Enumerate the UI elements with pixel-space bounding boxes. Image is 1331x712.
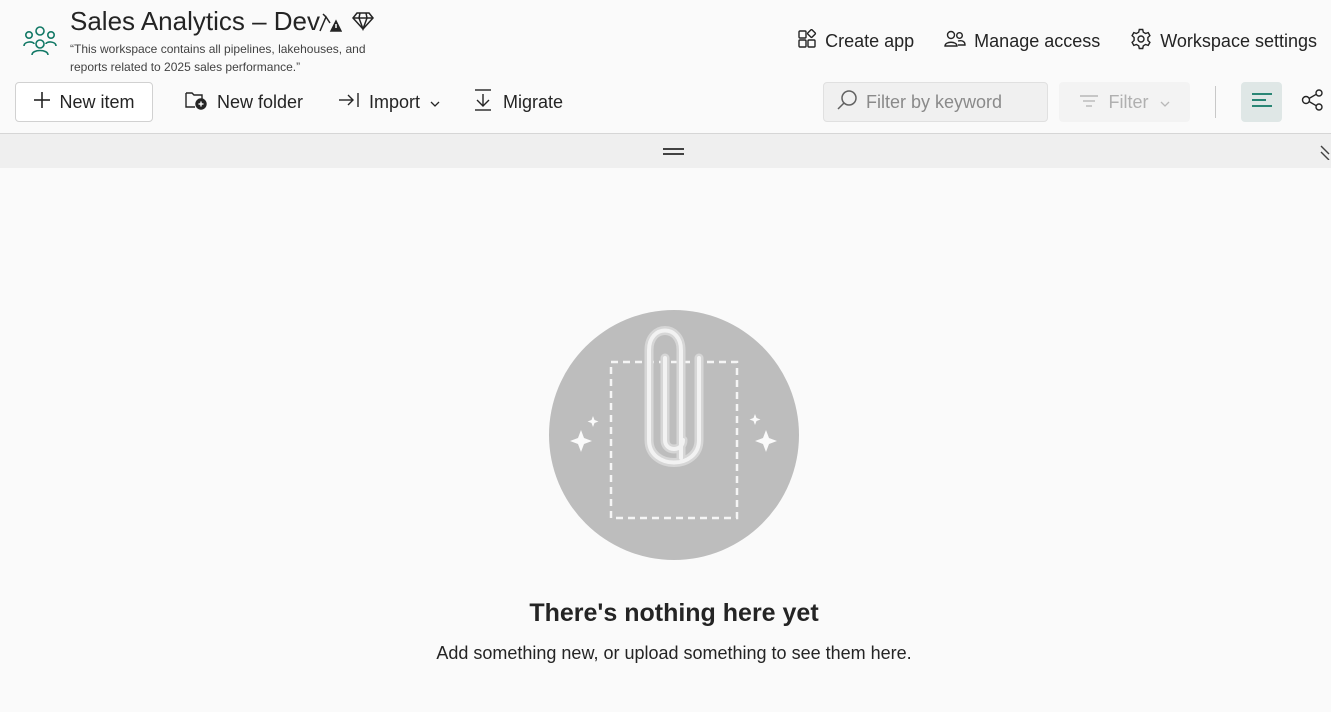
paperclip-illustration-icon — [549, 310, 799, 560]
search-icon — [836, 89, 858, 116]
app-grid-icon — [797, 28, 817, 54]
create-app-button[interactable]: Create app — [797, 28, 915, 54]
filter-label: Filter — [1108, 91, 1149, 112]
keyword-filter[interactable] — [823, 82, 1048, 122]
gear-icon — [1130, 28, 1152, 55]
empty-state-title: There's nothing here yet — [529, 599, 819, 627]
premium-diamond-icon[interactable] — [352, 11, 374, 38]
manage-access-button[interactable]: Manage access — [944, 29, 1100, 54]
filter-icon — [1079, 92, 1099, 113]
workspace-title: Sales Analytics – Dev — [70, 6, 321, 36]
import-label: Import — [369, 91, 421, 112]
people-icon — [944, 29, 966, 54]
collapse-chevron-icon[interactable] — [1319, 144, 1331, 161]
create-app-label: Create app — [825, 31, 915, 51]
import-dropdown[interactable]: Import — [338, 82, 441, 122]
workspace-toolbar: New item New folder Import Migrate Filte… — [0, 82, 1331, 122]
resize-bar — [0, 133, 1331, 168]
search-input[interactable] — [866, 91, 1036, 113]
empty-state-subtitle: Add something new, or upload something t… — [436, 643, 912, 663]
manage-access-label: Manage access — [974, 31, 1101, 51]
new-folder-button[interactable]: New folder — [184, 82, 303, 122]
new-item-label: New item — [59, 91, 135, 112]
workspace-settings-label: Workspace settings — [1160, 31, 1317, 51]
migrate-label: Migrate — [503, 91, 564, 112]
plus-icon — [33, 91, 51, 114]
new-folder-label: New folder — [217, 91, 304, 112]
folder-add-icon — [184, 89, 208, 116]
new-item-button[interactable]: New item — [15, 82, 153, 122]
import-arrow-icon — [338, 91, 360, 114]
sensitivity-warning-icon[interactable] — [318, 11, 343, 38]
migrate-button[interactable]: Migrate — [472, 82, 563, 122]
list-view-icon — [1251, 92, 1273, 113]
lineage-icon — [1301, 88, 1325, 116]
toolbar-divider — [1215, 86, 1216, 118]
download-tray-icon — [472, 88, 494, 117]
lineage-view-toggle[interactable] — [1298, 82, 1328, 122]
list-view-toggle[interactable] — [1241, 82, 1282, 122]
workspace-header: Sales Analytics – Dev “This workspace co… — [0, 0, 1331, 133]
filter-button[interactable]: Filter — [1059, 82, 1190, 122]
drag-handle[interactable] — [663, 148, 684, 155]
workspace-settings-button[interactable]: Workspace settings — [1130, 28, 1317, 55]
chevron-down-icon — [429, 92, 441, 113]
workspace-description: “This workspace contains all pipelines, … — [70, 42, 366, 74]
workspace-people-icon — [22, 22, 58, 58]
chevron-down-icon — [1159, 92, 1171, 113]
